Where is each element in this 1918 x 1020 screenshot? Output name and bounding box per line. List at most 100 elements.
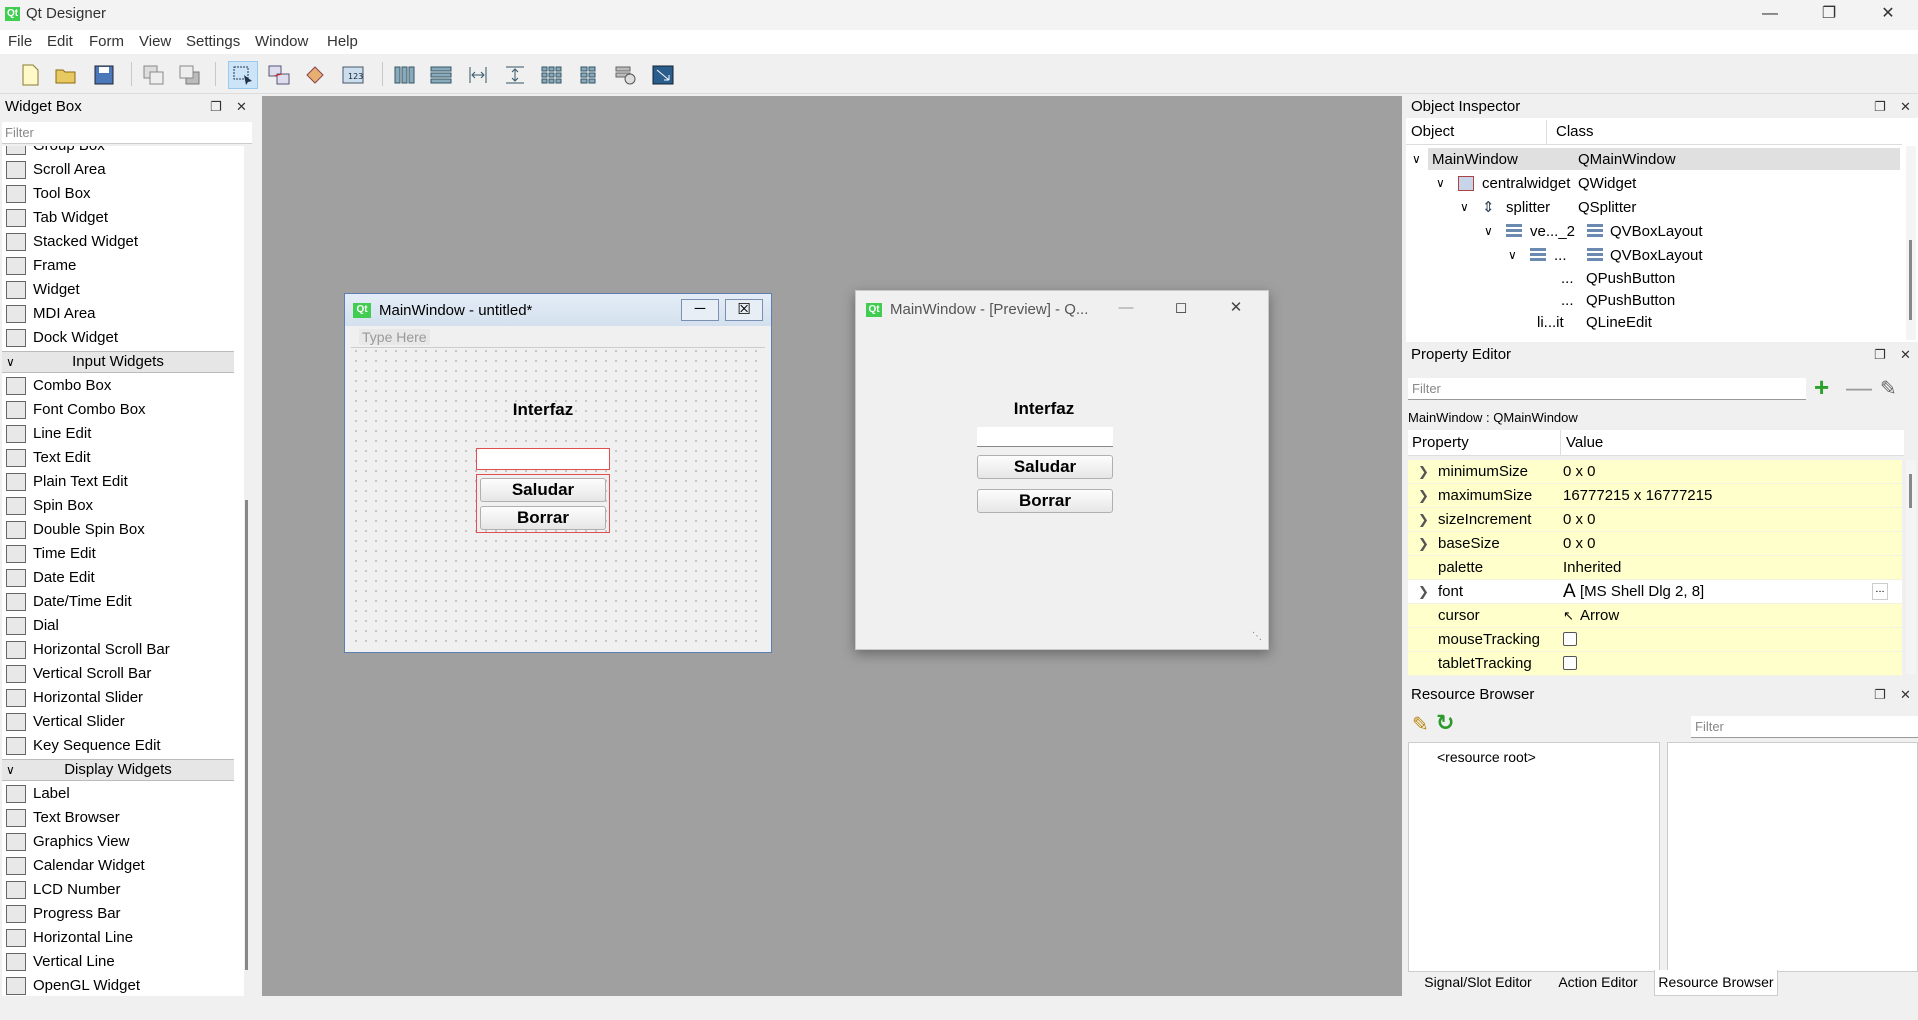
float-icon[interactable]: ❐ (210, 99, 222, 115)
save-icon[interactable] (89, 61, 119, 89)
widget-box-item[interactable]: Calendar Widget (2, 854, 242, 878)
mouse-tracking-checkbox[interactable] (1563, 628, 1577, 652)
widget-box-item[interactable]: Widget (2, 278, 242, 302)
tab-resource-browser[interactable]: Resource Browser (1654, 970, 1778, 996)
resize-grip-icon[interactable]: ⋱ (1252, 631, 1262, 642)
layout-vertical-icon[interactable] (426, 61, 456, 89)
layout-horizontal-icon[interactable] (389, 61, 419, 89)
tree-row[interactable]: ∨ centralwidget QWidget (1406, 172, 1896, 195)
resource-root-item[interactable]: <resource root> (1437, 749, 1536, 765)
widget-box-item[interactable]: Group Box (2, 146, 242, 158)
property-editor-scrollbar[interactable] (1906, 460, 1916, 674)
widget-box-item[interactable]: Key Sequence Edit (2, 734, 242, 758)
configure-icon[interactable]: ✎ (1880, 376, 1897, 401)
category-display-widgets[interactable]: ∨ Display Widgets (2, 759, 234, 781)
float-icon[interactable]: ❐ (1874, 99, 1886, 115)
widget-box-item[interactable]: Line Edit (2, 422, 242, 446)
design-form-window[interactable]: Qt MainWindow - untitled* ─ ☒ Type Here … (344, 293, 772, 653)
close-icon[interactable]: ✕ (1900, 99, 1911, 115)
property-row[interactable]: cursor ↖ Arrow (1408, 604, 1902, 628)
widget-box-item[interactable]: Tool Box (2, 182, 242, 206)
font-browse-button[interactable]: ... (1872, 583, 1888, 600)
property-row[interactable]: mouseTracking (1408, 628, 1902, 652)
widget-box-filter[interactable]: Filter (2, 122, 252, 144)
widget-box-item[interactable]: Dial (2, 614, 242, 638)
remove-property-icon[interactable]: — (1846, 374, 1872, 400)
form-canvas[interactable]: Type Here Interfaz Saludar Borrar (351, 326, 765, 646)
borrar-button[interactable]: Borrar (977, 489, 1113, 513)
widget-box-item[interactable]: Horizontal Line (2, 926, 242, 950)
widget-box-item[interactable]: Progress Bar (2, 902, 242, 926)
menu-file[interactable]: File (8, 33, 32, 50)
property-row[interactable]: ❯ maximumSize 16777215 x 16777215 (1408, 484, 1902, 508)
resource-list[interactable] (1667, 742, 1918, 972)
send-back-icon[interactable] (139, 61, 169, 89)
widget-box-item[interactable]: Dock Widget (2, 326, 242, 350)
property-row[interactable]: tabletTracking (1408, 652, 1902, 676)
form-menubar[interactable]: Type Here (351, 326, 765, 348)
float-icon[interactable]: ❐ (1874, 347, 1886, 363)
widget-box-item[interactable]: Double Spin Box (2, 518, 242, 542)
widget-box-item[interactable]: Vertical Slider (2, 710, 242, 734)
splitter-vertical-icon[interactable] (500, 61, 530, 89)
widget-box-item[interactable]: Stacked Widget (2, 230, 242, 254)
tree-row[interactable]: ∨ ⇕ splitter QSplitter (1406, 196, 1896, 219)
edit-tab-order-icon[interactable]: 123 (338, 61, 368, 89)
widget-box-item[interactable]: Tab Widget (2, 206, 242, 230)
scrollbar-thumb[interactable] (245, 500, 248, 970)
widget-box-item[interactable]: Horizontal Scroll Bar (2, 638, 242, 662)
close-icon[interactable]: ✕ (1900, 347, 1911, 363)
menu-view[interactable]: View (139, 33, 171, 50)
minimize-button[interactable]: — (1741, 0, 1799, 30)
tree-row[interactable]: ... QPushButton (1406, 267, 1896, 290)
widget-box-item[interactable]: Label (2, 782, 242, 806)
tree-row[interactable]: ... QPushButton (1406, 289, 1896, 312)
interfaz-label[interactable]: Interfaz (473, 400, 613, 420)
property-row[interactable]: ❯ baseSize 0 x 0 (1408, 532, 1902, 556)
widget-box-item[interactable]: Spin Box (2, 494, 242, 518)
col-object[interactable]: Object (1411, 123, 1454, 140)
object-inspector-scrollbar[interactable] (1906, 146, 1916, 340)
adjust-size-icon[interactable] (648, 61, 678, 89)
menu-help[interactable]: Help (327, 33, 358, 50)
widget-box-item[interactable]: Vertical Line (2, 950, 242, 974)
widget-box-item[interactable]: Date/Time Edit (2, 590, 242, 614)
menu-settings[interactable]: Settings (186, 33, 240, 50)
widget-box-item[interactable]: Vertical Scroll Bar (2, 662, 242, 686)
widget-box-item[interactable]: Frame (2, 254, 242, 278)
preview-minimize-button[interactable]: — (1101, 295, 1151, 323)
saludar-button[interactable]: Saludar (480, 478, 606, 502)
widget-box-item[interactable]: Horizontal Slider (2, 686, 242, 710)
tree-row[interactable]: ∨ ve..._2 QVBoxLayout (1406, 220, 1896, 243)
widget-box-item[interactable]: OpenGL Widget (2, 974, 242, 996)
add-property-icon[interactable]: + (1814, 374, 1829, 400)
property-row[interactable]: ❯ font A [MS Shell Dlg 2, 8] ... (1408, 580, 1902, 604)
close-icon[interactable]: ✕ (236, 99, 247, 115)
reload-icon[interactable]: ↻ (1436, 710, 1454, 736)
line-edit[interactable] (977, 427, 1113, 447)
widget-box-item[interactable]: Date Edit (2, 566, 242, 590)
type-here-placeholder[interactable]: Type Here (359, 329, 430, 345)
layout-form-icon[interactable] (574, 61, 604, 89)
menu-edit[interactable]: Edit (47, 33, 73, 50)
property-row[interactable]: palette Inherited (1408, 556, 1902, 580)
widget-box-item[interactable]: Text Browser (2, 806, 242, 830)
widget-box-item[interactable]: Scroll Area (2, 158, 242, 182)
tree-row[interactable]: ∨ ... QVBoxLayout (1406, 244, 1896, 267)
form-close-button[interactable]: ☒ (725, 299, 763, 321)
widget-box-item[interactable]: Text Edit (2, 446, 242, 470)
tree-row[interactable]: li...it QLineEdit (1406, 311, 1896, 334)
close-icon[interactable]: ✕ (1900, 687, 1911, 703)
bring-front-icon[interactable] (175, 61, 205, 89)
tree-row[interactable]: ∨ MainWindow QMainWindow (1406, 148, 1900, 171)
button-layout-selection[interactable]: Saludar Borrar (476, 474, 610, 533)
widget-box-item[interactable]: Plain Text Edit (2, 470, 242, 494)
widget-box-item[interactable]: Combo Box (2, 374, 242, 398)
tab-signal-slot-editor[interactable]: Signal/Slot Editor (1414, 970, 1542, 996)
resource-tree[interactable]: <resource root> (1408, 742, 1660, 972)
new-file-icon[interactable] (15, 61, 45, 89)
float-icon[interactable]: ❐ (1874, 687, 1886, 703)
borrar-button[interactable]: Borrar (480, 506, 606, 530)
close-button[interactable]: ✕ (1859, 0, 1917, 30)
edit-resources-icon[interactable]: ✎ (1412, 712, 1429, 737)
